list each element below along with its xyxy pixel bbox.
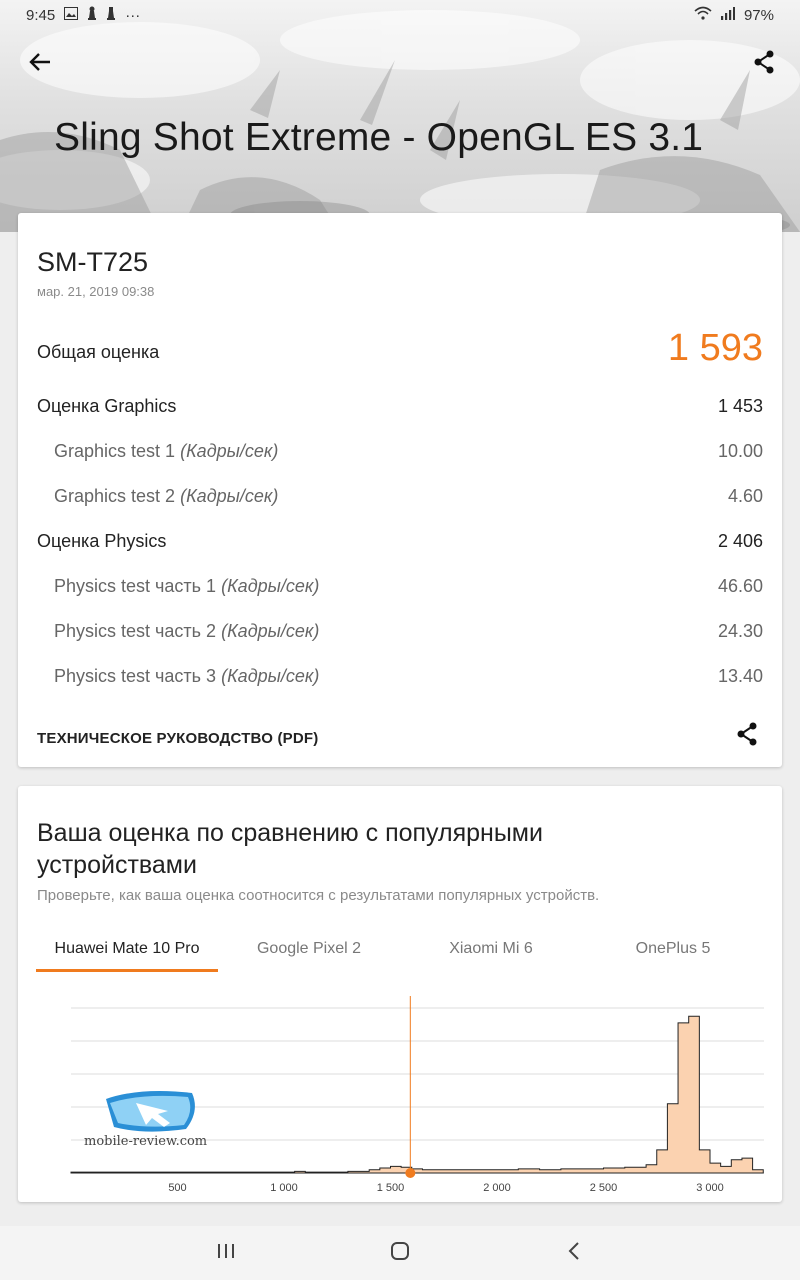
status-bar: 9:45 ··· 97%: [0, 0, 800, 30]
graphics-score-label: Оценка Graphics: [37, 396, 177, 416]
device-name: SM-T725: [37, 247, 149, 277]
share-icon: [736, 722, 758, 751]
graphics-test-2-row: Graphics test 2 (Кадры/сек) 4.60: [54, 486, 763, 507]
tab-oneplus-5[interactable]: OnePlus 5: [582, 934, 764, 972]
mobile-review-logo: [106, 1091, 195, 1132]
x-tick-label: 500: [168, 1182, 186, 1194]
x-tick-label: 2 000: [483, 1182, 511, 1194]
share-button[interactable]: [746, 46, 782, 82]
graphics-score-row: Оценка Graphics 1 453: [37, 396, 763, 417]
graphics-test-1-value: 10.00: [717, 441, 763, 461]
physics-score-row: Оценка Physics 2 406: [37, 531, 763, 552]
arrow-left-icon: [29, 52, 51, 77]
physics-test-2-row: Physics test часть 2 (Кадры/сек) 24.30: [54, 621, 763, 642]
overall-score-value: 1 593: [667, 327, 763, 369]
chess-notification-icon: [106, 6, 116, 24]
user-score-marker-dot: [405, 1168, 416, 1178]
x-tick-label: 1 500: [377, 1182, 405, 1194]
physics-test-3-value: 13.40: [717, 666, 763, 686]
test-date: мар. 21, 2019 09:38: [37, 284, 155, 299]
battery-percent: 97%: [743, 6, 774, 24]
graphics-test-1-row: Graphics test 1 (Кадры/сек) 10.00: [54, 441, 763, 462]
tab-huawei-mate-10-pro[interactable]: Huawei Mate 10 Pro: [36, 934, 218, 972]
graphics-test-2-value: 4.60: [727, 486, 763, 506]
system-back-button[interactable]: [550, 1229, 598, 1277]
chess-notification-icon: [87, 6, 97, 24]
share-icon: [753, 50, 775, 79]
signal-icon: [720, 6, 735, 24]
gallery-notification-icon: [64, 6, 79, 24]
physics-test-3-label: Physics test часть 3: [54, 666, 217, 686]
physics-test-1-label: Physics test часть 1: [54, 576, 217, 596]
share-result-button[interactable]: [732, 721, 762, 751]
technical-guide-link[interactable]: ТЕХНИЧЕСКОЕ РУКОВОДСТВО (PDF): [37, 730, 318, 747]
physics-score-label: Оценка Physics: [37, 531, 167, 551]
tab-xiaomi-mi-6[interactable]: Xiaomi Mi 6: [400, 934, 582, 972]
fps-unit: (Кадры/сек): [221, 666, 320, 686]
back-button[interactable]: [22, 46, 58, 82]
home-button[interactable]: [376, 1229, 424, 1277]
device-tabs: Huawei Mate 10 Pro Google Pixel 2 Xiaomi…: [36, 934, 764, 972]
graphics-test-2-label: Graphics test 2: [54, 486, 176, 506]
graphics-test-1-label: Graphics test 1: [54, 441, 176, 461]
fps-unit: (Кадры/сек): [180, 441, 279, 461]
physics-test-2-value: 24.30: [717, 621, 763, 641]
fps-unit: (Кадры/сек): [221, 576, 320, 596]
status-time: 9:45: [26, 6, 56, 24]
physics-test-2-label: Physics test часть 2: [54, 621, 217, 641]
fps-unit: (Кадры/сек): [180, 486, 279, 506]
recents-icon: [217, 1243, 235, 1264]
watermark: mobile-review.com: [84, 1085, 214, 1155]
comparison-title: Ваша оценка по сравнению с популярными у…: [37, 819, 543, 879]
overall-score-row: Общая оценка 1 593: [37, 327, 763, 370]
x-tick-label: 3 000: [696, 1182, 724, 1194]
physics-test-3-row: Physics test часть 3 (Кадры/сек) 13.40: [54, 666, 763, 687]
wifi-icon: [694, 6, 712, 24]
x-tick-label: 1 000: [270, 1182, 298, 1194]
graphics-score-value: 1 453: [717, 396, 763, 416]
overall-score-label: Общая оценка: [37, 342, 160, 362]
navigation-bar: [0, 1226, 800, 1280]
comparison-subtitle: Проверьте, как ваша оценка соотносится с…: [37, 887, 600, 904]
header-hero: Sling Shot Extreme - OpenGL ES 3.1: [0, 0, 800, 232]
physics-test-1-value: 46.60: [717, 576, 763, 596]
chevron-left-icon: [567, 1241, 581, 1266]
watermark-text: mobile-review.com: [84, 1134, 208, 1149]
x-tick-label: 2 500: [590, 1182, 618, 1194]
home-icon: [390, 1241, 410, 1266]
page-title: Sling Shot Extreme - OpenGL ES 3.1: [54, 116, 704, 159]
tab-google-pixel-2[interactable]: Google Pixel 2: [218, 934, 400, 972]
recents-button[interactable]: [202, 1229, 250, 1277]
physics-test-1-row: Physics test часть 1 (Кадры/сек) 46.60: [54, 576, 763, 597]
physics-score-value: 2 406: [717, 531, 763, 551]
fps-unit: (Кадры/сек): [221, 621, 320, 641]
more-notifications-icon: ···: [125, 6, 141, 24]
results-card: SM-T725 мар. 21, 2019 09:38 Общая оценка…: [18, 213, 782, 767]
